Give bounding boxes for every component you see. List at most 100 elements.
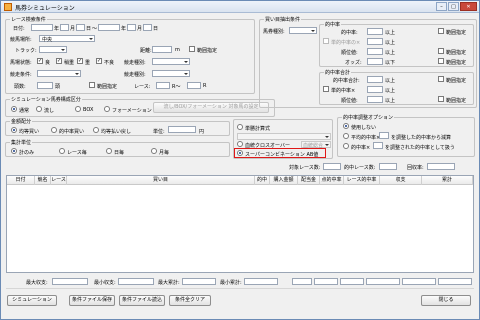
race-to-input[interactable] [187, 82, 201, 89]
sim-box-label: BOX [83, 107, 94, 113]
totals-race-label: レース毎 [67, 150, 87, 156]
calc-reg-select[interactable] [237, 133, 331, 140]
calc-reg-radio[interactable] [237, 124, 243, 130]
hitrate-sum-range-checkbox[interactable] [438, 76, 444, 82]
rank-range-label: 範囲指定 [446, 50, 467, 56]
bet-type-label: 馬券種別: [263, 29, 285, 35]
venue-select[interactable]: 中央 [39, 35, 95, 43]
baba-ryo-checkbox[interactable]: ✓ [37, 58, 43, 64]
date-to-month[interactable] [127, 24, 136, 31]
distance-label: 距離: [140, 48, 152, 54]
col-cumulative[interactable]: 累計 [422, 176, 473, 185]
amount-hitrate-radio[interactable] [51, 127, 57, 133]
cond-select[interactable] [37, 70, 81, 77]
totals-race-radio[interactable] [59, 148, 65, 154]
col-hit[interactable]: 的中 [255, 176, 270, 185]
bet-type-select[interactable] [289, 27, 317, 34]
rank2-range-checkbox[interactable] [438, 96, 444, 102]
totals-all-radio[interactable] [11, 148, 17, 154]
weight-select[interactable] [152, 70, 190, 77]
sim-nagashi-radio[interactable] [36, 106, 42, 112]
simulation-button[interactable]: シミュレーション [7, 295, 57, 306]
rank-range-checkbox[interactable] [438, 48, 444, 54]
rank-input[interactable] [367, 48, 383, 55]
col-race-hitrate[interactable]: レース的中率 [344, 176, 380, 185]
adjust-none-radio[interactable] [343, 123, 349, 129]
sim-normal-radio[interactable] [11, 106, 17, 112]
unit-input[interactable] [168, 126, 196, 133]
hitrate-sum-sub-input[interactable] [367, 86, 383, 93]
hitrate-range-checkbox[interactable] [438, 28, 444, 34]
col-date[interactable]: 日付 [7, 176, 35, 185]
baba-yayaomo-label: 稍重 [64, 60, 75, 66]
results-grid[interactable]: 日付 競名 レース 買い目 的中 購入金額 配当金 点的中率 レース的中率 収支… [6, 175, 474, 273]
col-point-hitrate[interactable]: 点的中率 [320, 176, 344, 185]
maximize-button[interactable]: □ [448, 2, 459, 11]
hitrate-sum-sub-label: 単的中率× [331, 88, 356, 94]
hit-count-label: 的中レース数: [344, 165, 376, 171]
date-from-year[interactable] [31, 24, 53, 31]
col-bets[interactable]: 買い目 [67, 176, 255, 185]
calc-super-radio[interactable] [237, 150, 243, 156]
sim-box-radio[interactable] [75, 106, 81, 112]
totals-day-radio[interactable] [106, 148, 112, 154]
adjust-opt1-radio[interactable] [343, 133, 349, 139]
col-venue[interactable]: 競名 [35, 176, 51, 185]
hitrate-sub-checkbox[interactable] [323, 38, 329, 44]
hitrate-sub-input[interactable] [367, 38, 383, 45]
hitrate-label: 的中率: [341, 30, 358, 36]
close-button[interactable]: 閉じる [421, 295, 471, 306]
odds-input[interactable] [367, 58, 383, 65]
track-select[interactable] [39, 46, 67, 53]
date-to-year[interactable] [98, 24, 120, 31]
rank2-input[interactable] [367, 96, 383, 103]
adjust-opt2-label: 的中率× [351, 145, 371, 151]
adjust-opt1-input[interactable] [379, 132, 389, 139]
close-window-button[interactable]: ✕ [460, 2, 477, 11]
clear-conditions-button[interactable]: 条件全クリア [169, 295, 211, 306]
sum-income-field [402, 278, 436, 285]
load-conditions-button[interactable]: 条件ファイル読込 [119, 295, 165, 306]
baba-omo-checkbox[interactable]: ✓ [77, 58, 83, 64]
col-payout[interactable]: 配当金 [298, 176, 320, 185]
hitrate-sum-sub-ijou: 以上 [385, 88, 396, 94]
adjust-opt2-input[interactable] [373, 142, 383, 149]
sum-payout-field [314, 278, 338, 285]
unit-label: 単位: [153, 129, 165, 135]
hitrate-input[interactable] [367, 28, 383, 35]
hitrate-sum-input[interactable] [367, 76, 383, 83]
baba-furyo-checkbox[interactable]: ✓ [96, 58, 102, 64]
sim-formation-radio[interactable] [104, 106, 110, 112]
rank-label: 順位値: [341, 50, 358, 56]
horses-range-checkbox[interactable] [89, 82, 95, 88]
totals-month-radio[interactable] [151, 148, 157, 154]
totals-month-label: 月毎 [159, 150, 170, 156]
col-income[interactable]: 収支 [380, 176, 422, 185]
odds-range-label: 範囲指定 [446, 60, 467, 66]
max-cum-field [182, 278, 216, 285]
nagashi-settings-button[interactable]: 流し/BOX/フォーメーション 対象馬の設定 [153, 102, 269, 113]
calc-cross-select[interactable]: 血統総合 [301, 141, 331, 149]
class-select[interactable] [152, 58, 190, 65]
hitrate-sum-range-label: 範囲指定 [446, 78, 467, 84]
month-label: 月 [70, 26, 76, 32]
date-from-day[interactable] [76, 24, 85, 31]
odds-range-checkbox[interactable] [438, 58, 444, 64]
amount-payout-radio[interactable] [93, 127, 99, 133]
date-to-day[interactable] [143, 24, 152, 31]
col-purchase[interactable]: 購入金額 [270, 176, 298, 185]
adjust-opt2-radio[interactable] [343, 143, 349, 149]
col-race[interactable]: レース [51, 176, 67, 185]
save-conditions-button[interactable]: 条件ファイル保存 [69, 295, 115, 306]
calc-cross-radio[interactable] [237, 141, 243, 147]
distance-input[interactable] [152, 46, 172, 53]
sum-cum-field [438, 278, 472, 285]
baba-yayaomo-checkbox[interactable]: ✓ [56, 58, 62, 64]
hitrate-sum-sub-checkbox[interactable] [323, 86, 329, 92]
amount-even-radio[interactable] [11, 127, 17, 133]
minimize-button[interactable]: – [436, 2, 447, 11]
distance-range-checkbox[interactable] [189, 46, 195, 52]
date-from-month[interactable] [60, 24, 69, 31]
race-from-input[interactable] [156, 82, 170, 89]
horses-input[interactable] [37, 82, 53, 89]
